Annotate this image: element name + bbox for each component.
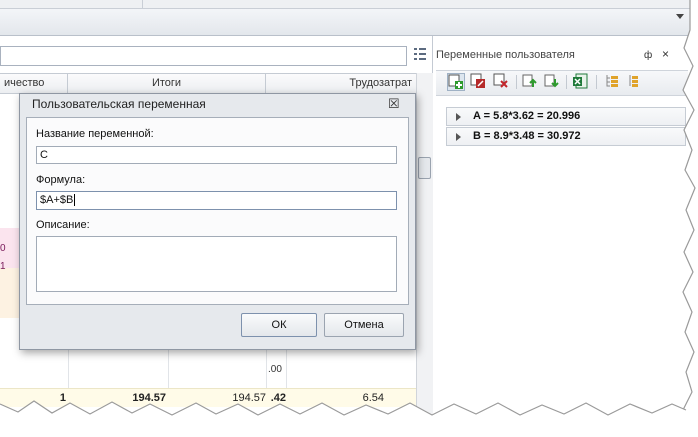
delete-variable-icon[interactable] <box>493 73 511 91</box>
export-excel-icon[interactable] <box>572 73 590 91</box>
add-variable-icon[interactable] <box>447 73 465 91</box>
pin-icon[interactable]: ф <box>644 50 652 61</box>
expand-arrow-icon[interactable] <box>456 113 461 121</box>
tab-strip <box>0 9 690 36</box>
formula-label: Формула: <box>36 174 86 186</box>
description-label: Описание: <box>36 219 90 231</box>
header-quantity[interactable]: ичество <box>0 74 68 93</box>
side-value: 1 <box>0 261 6 272</box>
row-cell: 194.57 <box>132 392 166 404</box>
toolbar-separator <box>516 75 517 89</box>
side-value: 0 <box>0 243 6 254</box>
partial-cell-value: .00 <box>268 364 282 375</box>
name-label: Название переменной: <box>36 128 154 140</box>
user-variables-panel <box>433 36 690 437</box>
ribbon-segment <box>0 0 143 8</box>
panel-title: Переменные пользователя <box>436 49 575 61</box>
filter-input[interactable] <box>0 46 407 66</box>
vertical-scrollbar[interactable] <box>416 73 433 437</box>
variables-list: A = 5.8*3.62 = 20.996 B = 8.9*3.48 = 30.… <box>446 107 686 147</box>
ok-button[interactable]: ОК <box>241 313 317 337</box>
variable-item-b[interactable]: B = 8.9*3.48 = 30.972 <box>446 127 686 146</box>
variable-text: B = 8.9*3.48 = 30.972 <box>473 130 581 142</box>
formula-field-value: $A+$B <box>40 194 74 206</box>
name-field-value: C <box>40 149 48 161</box>
highlight-row <box>0 268 20 318</box>
dropdown-arrow-icon[interactable] <box>676 14 684 19</box>
header-labor[interactable]: Трудозатрат <box>266 74 416 93</box>
header-totals[interactable]: Итоги <box>68 74 266 93</box>
cancel-button[interactable]: Отмена <box>324 313 404 337</box>
text-caret <box>74 194 76 207</box>
grid-header: ичество Итоги Трудозатрат <box>0 73 416 94</box>
close-icon[interactable]: ☒ <box>388 96 400 112</box>
row-cell: 1 <box>59 392 66 404</box>
row-cell: 6.54 <box>362 392 384 404</box>
variable-item-a[interactable]: A = 5.8*3.62 = 20.996 <box>446 107 686 126</box>
edit-variable-icon[interactable] <box>470 73 488 91</box>
close-icon[interactable]: × <box>662 47 669 61</box>
toolbar-separator <box>566 75 567 89</box>
name-field[interactable]: C <box>36 146 397 164</box>
scrollbar-thumb[interactable] <box>418 157 431 179</box>
column-chooser-icon[interactable] <box>414 47 426 61</box>
move-down-icon[interactable] <box>544 73 562 91</box>
row-cell: .42 <box>270 392 286 404</box>
formula-field[interactable]: $A+$B <box>36 191 397 210</box>
expand-arrow-icon[interactable] <box>456 133 461 141</box>
table-row[interactable]: 1 194.57 194.57 .42 6.54 <box>0 388 416 407</box>
move-up-icon[interactable] <box>522 73 540 91</box>
row-cell: 194.57 <box>232 392 266 404</box>
toolbar-separator <box>596 75 597 89</box>
dialog-title: Пользовательская переменная <box>32 97 206 111</box>
description-field[interactable] <box>36 236 397 292</box>
variable-text: A = 5.8*3.62 = 20.996 <box>473 110 581 122</box>
expand-all-icon[interactable] <box>604 73 622 91</box>
collapse-all-icon[interactable] <box>626 73 644 91</box>
